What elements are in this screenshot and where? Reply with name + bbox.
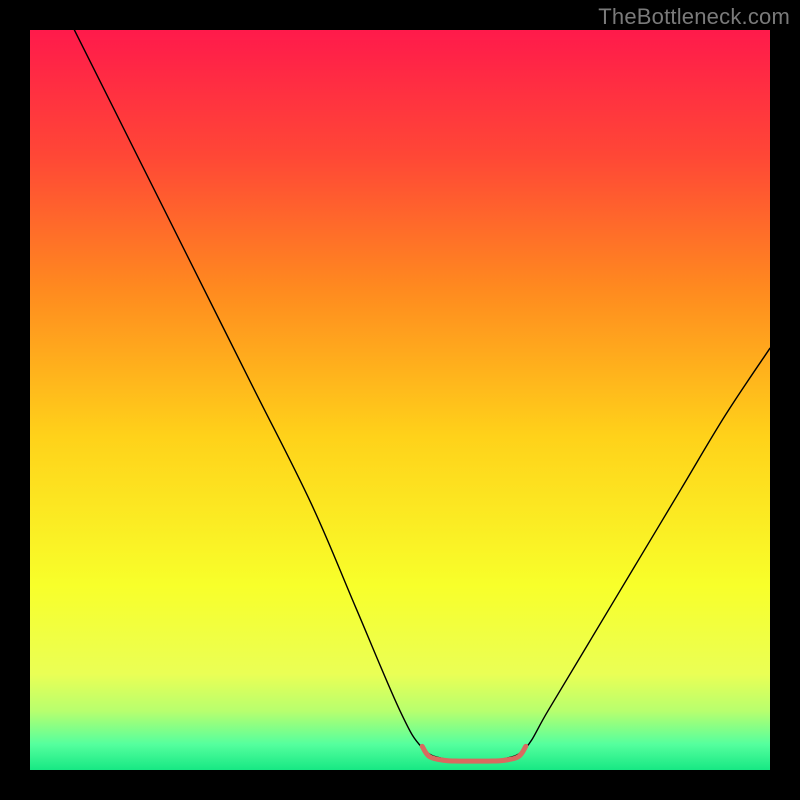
- watermark-label: TheBottleneck.com: [598, 4, 790, 30]
- gradient-background: [30, 30, 770, 770]
- plot-area: [30, 30, 770, 770]
- chart-frame: TheBottleneck.com: [0, 0, 800, 800]
- bottleneck-chart: [30, 30, 770, 770]
